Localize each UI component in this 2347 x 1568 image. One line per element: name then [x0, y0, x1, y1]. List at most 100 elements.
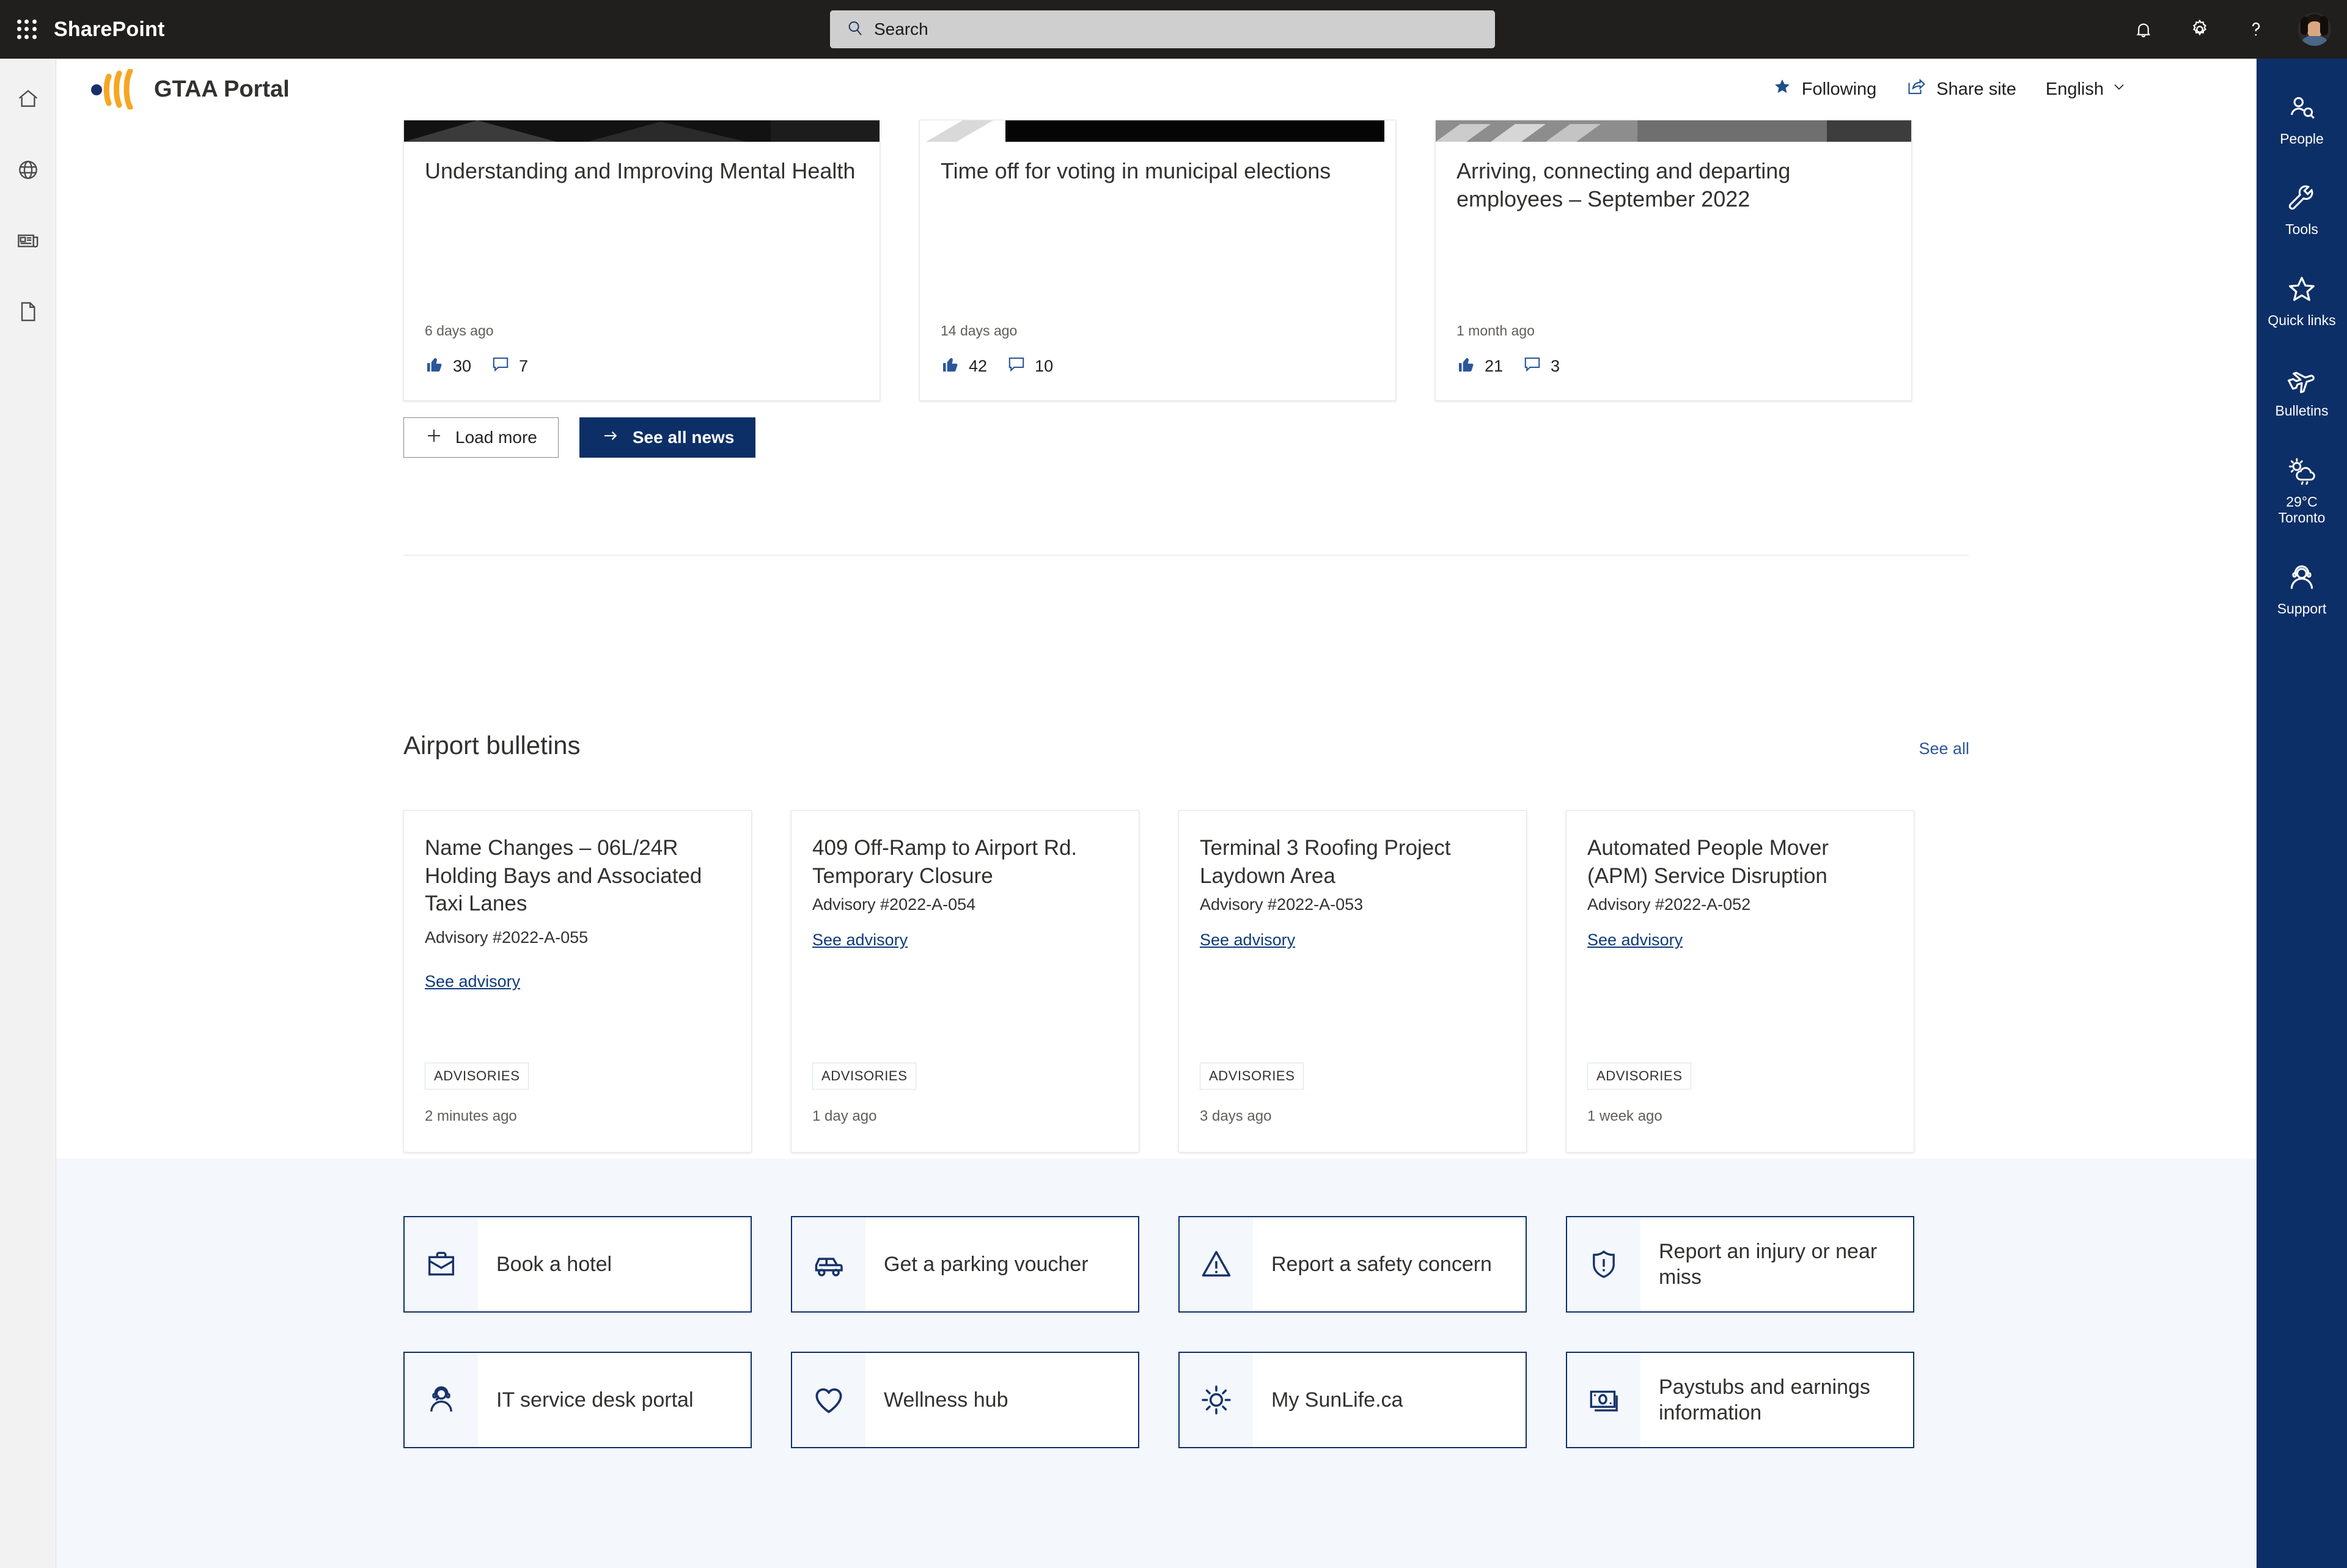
- suite-app-name[interactable]: SharePoint: [54, 18, 164, 42]
- language-selector[interactable]: English: [2031, 71, 2142, 107]
- rail-label: Bulletins: [2275, 403, 2329, 419]
- following-button[interactable]: Following: [1758, 70, 1892, 109]
- news-card[interactable]: Arriving, connecting and departing emplo…: [1435, 120, 1912, 401]
- bulletin-card[interactable]: Name Changes – 06L/24R Holding Bays and …: [403, 810, 752, 1152]
- quick-link-tile-get-a-parking-voucher[interactable]: Get a parking voucher: [791, 1216, 1139, 1313]
- shield-alert-icon: [1567, 1217, 1640, 1311]
- right-utility-rail: People Tools Quick links Bulletins 29°C …: [2257, 59, 2347, 1568]
- news-thumbnail: [920, 120, 1395, 142]
- site-header-actions: Following Share site English: [1758, 59, 2142, 120]
- news-icon[interactable]: [12, 225, 44, 257]
- rail-item-tools[interactable]: Tools: [2257, 181, 2347, 237]
- avatar[interactable]: [2298, 13, 2331, 46]
- app-launcher-icon[interactable]: [15, 17, 39, 42]
- quick-link-tile-report-an-injury-or-near-miss[interactable]: Report an injury or near miss: [1566, 1216, 1914, 1313]
- site-header: GTAA Portal Following Share site English: [56, 59, 2257, 120]
- rail-item-weather[interactable]: 29°C Toronto: [2257, 453, 2347, 526]
- see-all-news-button[interactable]: See all news: [579, 417, 756, 458]
- like-button[interactable]: 42: [941, 354, 987, 378]
- arrow-right-icon: [601, 427, 620, 449]
- headset-person-icon: [405, 1353, 478, 1447]
- status-badge: ADVISORIES: [425, 1063, 529, 1090]
- thumbs-up-icon: [1456, 354, 1476, 378]
- like-button[interactable]: 30: [425, 354, 471, 378]
- suite-bar: SharePoint Search: [0, 0, 2347, 59]
- bulletin-date: 1 week ago: [1587, 1108, 1662, 1124]
- quick-link-label: Get a parking voucher: [884, 1252, 1089, 1276]
- news-thumbnail: [404, 120, 880, 142]
- briefcase-icon: [405, 1217, 478, 1311]
- share-site-button[interactable]: Share site: [1891, 70, 2031, 108]
- quick-link-label: Book a hotel: [496, 1252, 612, 1276]
- bulletin-title: 409 Off-Ramp to Airport Rd. Temporary Cl…: [812, 836, 1078, 888]
- quick-link-tile-my-sunlife-ca[interactable]: My SunLife.ca: [1178, 1352, 1527, 1448]
- bulletins-section-header: Airport bulletins See all: [403, 731, 1969, 760]
- rail-label: Quick links: [2268, 312, 2336, 328]
- document-icon[interactable]: [12, 296, 44, 328]
- quick-link-tile-paystubs-and-earnings-information[interactable]: Paystubs and earnings information: [1566, 1352, 1914, 1448]
- suite-actions: [2129, 0, 2331, 59]
- page-title: GTAA Portal: [154, 76, 290, 102]
- comment-icon: [1522, 354, 1542, 378]
- see-advisory-link[interactable]: See advisory: [1587, 931, 1683, 950]
- quick-link-tile-it-service-desk-portal[interactable]: IT service desk portal: [403, 1352, 752, 1448]
- bulletin-date: 2 minutes ago: [425, 1108, 517, 1124]
- see-advisory-link[interactable]: See advisory: [425, 972, 520, 991]
- gear-icon[interactable]: [2186, 15, 2214, 43]
- left-nav-rail: [0, 59, 56, 1568]
- bulletins-see-all-link[interactable]: See all: [1919, 739, 1969, 758]
- news-webpart: Understanding and Improving Mental Healt…: [403, 120, 1912, 401]
- news-card[interactable]: Understanding and Improving Mental Healt…: [403, 120, 880, 401]
- news-title: Arriving, connecting and departing emplo…: [1456, 158, 1791, 212]
- wrench-icon: [2286, 181, 2318, 215]
- globe-icon[interactable]: [12, 154, 44, 186]
- thumbs-up-icon: [941, 354, 960, 378]
- rail-item-support[interactable]: Support: [2257, 560, 2347, 617]
- load-more-button[interactable]: Load more: [403, 417, 559, 458]
- chevron-down-icon: [2111, 79, 2127, 100]
- bulletin-card[interactable]: Automated People Mover (APM) Service Dis…: [1566, 810, 1914, 1152]
- status-badge: ADVISORIES: [812, 1063, 917, 1090]
- news-social-bar: 21 3: [1456, 354, 1560, 378]
- comment-button[interactable]: 3: [1522, 354, 1560, 378]
- home-icon[interactable]: [12, 83, 44, 115]
- news-card-body: Time off for voting in municipal electio…: [941, 157, 1375, 185]
- bulletin-advisory-number: Advisory #2022-A-054: [812, 895, 976, 914]
- site-logo-link[interactable]: GTAA Portal: [90, 68, 290, 111]
- see-advisory-link[interactable]: See advisory: [812, 931, 908, 950]
- rail-label: Tools: [2285, 221, 2318, 238]
- warning-triangle-icon: [1180, 1217, 1253, 1311]
- like-button[interactable]: 21: [1456, 354, 1503, 378]
- quick-link-tile-wellness-hub[interactable]: Wellness hub: [791, 1352, 1139, 1448]
- bulletin-advisory-number: Advisory #2022-A-052: [1587, 895, 1751, 914]
- quick-links-band: Book a hotel Get a parking voucher Repor…: [56, 1159, 2257, 1568]
- news-thumbnail: [1436, 120, 1911, 142]
- see-advisory-link[interactable]: See advisory: [1200, 931, 1295, 950]
- thumbs-up-icon: [425, 354, 444, 378]
- comment-button[interactable]: 10: [1007, 354, 1053, 378]
- rail-item-bulletins[interactable]: Bulletins: [2257, 362, 2347, 419]
- bell-icon[interactable]: [2129, 15, 2158, 43]
- person-search-icon: [2286, 90, 2318, 125]
- quick-link-tile-book-a-hotel[interactable]: Book a hotel: [403, 1216, 752, 1313]
- news-social-bar: 42 10: [941, 354, 1053, 378]
- airplane-icon: [2285, 362, 2318, 397]
- comment-button[interactable]: 7: [491, 354, 528, 378]
- language-label: English: [2045, 79, 2104, 99]
- bulletin-date: 3 days ago: [1200, 1108, 1272, 1124]
- news-date: 14 days ago: [941, 323, 1018, 339]
- question-mark-icon[interactable]: [2242, 15, 2270, 43]
- news-social-bar: 30 7: [425, 354, 528, 378]
- news-card-body: Arriving, connecting and departing emplo…: [1456, 157, 1890, 213]
- rail-item-people[interactable]: People: [2257, 90, 2347, 147]
- status-badge: ADVISORIES: [1587, 1063, 1692, 1090]
- rail-item-quick-links[interactable]: Quick links: [2257, 272, 2347, 328]
- bulletin-title: Terminal 3 Roofing Project Laydown Area: [1200, 836, 1451, 888]
- search-input[interactable]: Search: [830, 10, 1495, 48]
- news-card[interactable]: Time off for voting in municipal electio…: [919, 120, 1396, 401]
- bulletin-card[interactable]: Terminal 3 Roofing Project Laydown Area …: [1178, 810, 1527, 1152]
- sharepoint-portal-page: SharePoint Search People Tools Quick lin…: [0, 0, 2347, 1568]
- quick-link-tile-report-a-safety-concern[interactable]: Report a safety concern: [1178, 1216, 1527, 1313]
- bulletin-card[interactable]: 409 Off-Ramp to Airport Rd. Temporary Cl…: [791, 810, 1139, 1152]
- see-all-news-label: See all news: [632, 428, 735, 447]
